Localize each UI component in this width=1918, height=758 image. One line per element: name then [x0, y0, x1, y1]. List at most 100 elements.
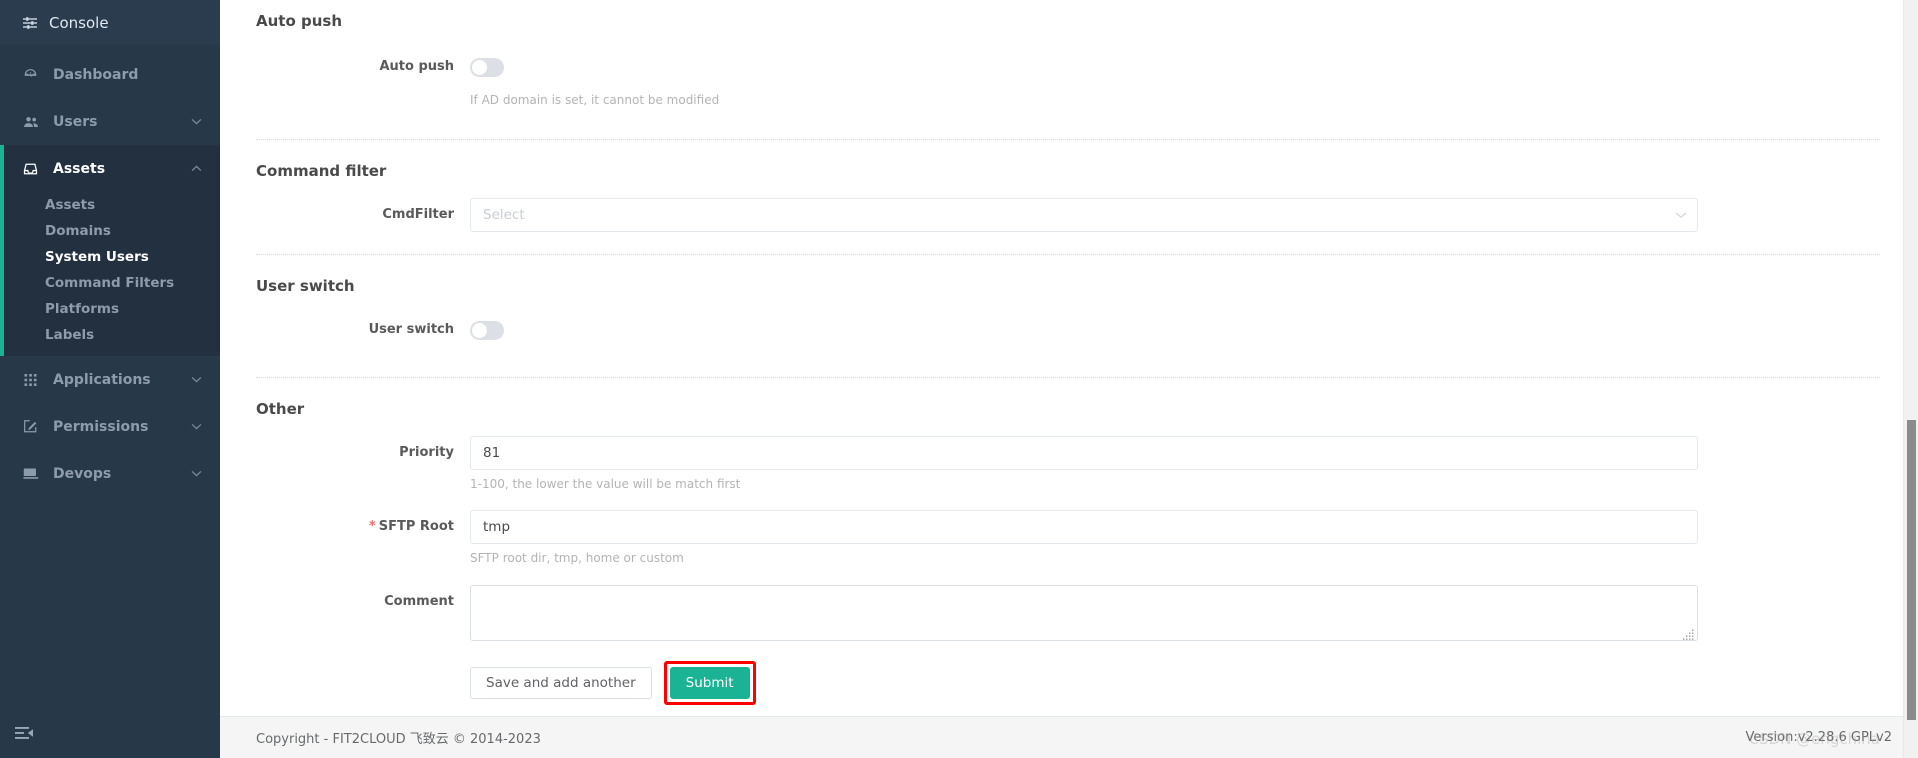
- vertical-scrollbar[interactable]: [1903, 0, 1918, 758]
- sidebar-subitem-label: Labels: [45, 327, 95, 343]
- field-row-actions: Save and add another Submit: [256, 661, 1880, 705]
- cmdfilter-select[interactable]: [470, 198, 1698, 232]
- sidebar-item-assets-assets[interactable]: Assets: [0, 192, 220, 218]
- sliders-icon: [22, 15, 38, 31]
- edit-square-icon: [22, 419, 39, 434]
- cmdfilter-select-wrapper[interactable]: [470, 198, 1698, 232]
- sidebar-subitem-label: System Users: [45, 249, 149, 265]
- submit-button-highlight: Submit: [663, 661, 756, 705]
- inbox-icon: [22, 162, 39, 176]
- sidebar-item-command-filters[interactable]: Command Filters: [0, 270, 220, 296]
- field-help-priority: 1-100, the lower the value will be match…: [470, 477, 741, 491]
- toggle-knob: [472, 323, 487, 338]
- scrollbar-thumb[interactable]: [1907, 420, 1916, 720]
- field-row-cmdfilter: CmdFilter: [256, 198, 1880, 232]
- field-control-sftp-root: SFTP root dir, tmp, home or custom: [470, 510, 1698, 566]
- field-label-text: SFTP Root: [378, 519, 454, 534]
- sidebar-collapse-icon: [14, 725, 34, 745]
- sidebar-item-label: Dashboard: [53, 66, 139, 83]
- save-and-add-another-button[interactable]: Save and add another: [470, 667, 652, 699]
- footer-version: Version:v2.28.6 GPLv2: [1745, 730, 1892, 745]
- sidebar-group-dashboard: Dashboard: [0, 51, 220, 98]
- sidebar-subitem-label: Platforms: [45, 301, 119, 317]
- section-command-filter: Command filter CmdFilter: [256, 140, 1880, 255]
- sidebar-item-system-users[interactable]: System Users: [0, 244, 220, 270]
- section-title-command-filter: Command filter: [256, 162, 387, 180]
- footer-copyright: Copyright - FIT2CLOUD 飞致云 © 2014-2023: [256, 732, 541, 747]
- sidebar-group-users: Users: [0, 98, 220, 145]
- field-label-user-switch: User switch: [368, 322, 454, 337]
- section-title-other: Other: [256, 400, 305, 418]
- field-label-comment: Comment: [384, 594, 454, 609]
- sidebar-collapse-button[interactable]: [0, 712, 220, 758]
- sidebar-subitem-label: Domains: [45, 223, 111, 239]
- chevron-down-icon: [191, 470, 202, 477]
- sidebar-item-label: Users: [53, 113, 98, 130]
- sidebar-subitem-label: Command Filters: [45, 275, 175, 291]
- field-label-priority: Priority: [399, 445, 454, 460]
- sidebar-item-dashboard[interactable]: Dashboard: [0, 51, 220, 98]
- main-content: Auto push Auto push If AD domain is set,…: [220, 0, 1918, 758]
- sftp-root-input[interactable]: [470, 510, 1698, 544]
- priority-input[interactable]: [470, 436, 1698, 470]
- sidebar-item-permissions[interactable]: Permissions: [0, 403, 220, 450]
- chevron-down-icon: [191, 423, 202, 430]
- field-row-priority: Priority 1-100, the lower the value will…: [256, 436, 1880, 492]
- field-control-cmdfilter: [470, 198, 1698, 232]
- chevron-down-icon: [191, 376, 202, 383]
- sidebar-brand-label: Console: [49, 13, 109, 32]
- field-label-auto-push: Auto push: [379, 59, 454, 74]
- field-row-comment: Comment: [256, 585, 1880, 641]
- section-user-switch: User switch User switch: [256, 255, 1880, 378]
- app-root: Console Dashboard Users Assets Assets Do…: [0, 0, 1918, 758]
- field-label-cmdfilter: CmdFilter: [382, 207, 454, 222]
- submit-button[interactable]: Submit: [669, 667, 750, 699]
- toggle-knob: [472, 60, 487, 75]
- sidebar-group-applications: Applications: [0, 356, 220, 403]
- field-row-sftp-root: *SFTP Root SFTP root dir, tmp, home or c…: [256, 510, 1880, 566]
- section-other: Other Priority 1-100, the lower the valu…: [256, 378, 1880, 705]
- field-label-sftp-root: * SFTP Root: [256, 510, 470, 544]
- sidebar-group-assets: Assets Assets Domains System Users Comma…: [0, 145, 220, 356]
- system-user-form: Auto push Auto push If AD domain is set,…: [220, 0, 1918, 716]
- section-auto-push: Auto push Auto push If AD domain is set,…: [256, 0, 1880, 140]
- auto-push-toggle[interactable]: [470, 58, 504, 77]
- sidebar-submenu-assets: Assets Domains System Users Command Filt…: [0, 192, 220, 356]
- page-footer: Copyright - FIT2CLOUD 飞致云 © 2014-2023 Ve…: [220, 716, 1918, 758]
- sidebar-group-devops: Devops: [0, 450, 220, 497]
- sidebar-item-domains[interactable]: Domains: [0, 218, 220, 244]
- sidebar-group-permissions: Permissions: [0, 403, 220, 450]
- sidebar-item-applications[interactable]: Applications: [0, 356, 220, 403]
- field-control-user-switch: [470, 313, 1698, 344]
- field-control-auto-push: If AD domain is set, it cannot be modifi…: [470, 50, 1698, 108]
- grid-icon: [22, 373, 39, 387]
- section-title-user-switch: User switch: [256, 277, 355, 295]
- sidebar-item-platforms[interactable]: Platforms: [0, 296, 220, 322]
- chevron-down-icon: [191, 118, 202, 125]
- sidebar-item-devops[interactable]: Devops: [0, 450, 220, 497]
- terminal-icon: [22, 467, 39, 480]
- sidebar-item-label: Permissions: [53, 418, 149, 435]
- users-icon: [22, 115, 39, 129]
- dashboard-icon: [22, 67, 39, 82]
- required-marker: *: [368, 519, 376, 534]
- sidebar-subitem-label: Assets: [45, 197, 96, 213]
- form-actions: Save and add another Submit: [470, 661, 1698, 705]
- user-switch-toggle[interactable]: [470, 321, 504, 340]
- sidebar-nav: Dashboard Users Assets Assets Domains Sy…: [0, 45, 220, 712]
- sidebar-item-labels[interactable]: Labels: [0, 322, 220, 348]
- sidebar: Console Dashboard Users Assets Assets Do…: [0, 0, 220, 758]
- sidebar-item-assets[interactable]: Assets: [0, 145, 220, 192]
- field-control-comment: [470, 585, 1698, 641]
- field-row-auto-push: Auto push If AD domain is set, it cannot…: [256, 50, 1880, 108]
- field-control-priority: 1-100, the lower the value will be match…: [470, 436, 1698, 492]
- sidebar-brand[interactable]: Console: [0, 0, 220, 45]
- sidebar-item-users[interactable]: Users: [0, 98, 220, 145]
- comment-textarea[interactable]: [470, 585, 1698, 641]
- sidebar-item-label: Assets: [53, 160, 106, 177]
- sidebar-item-label: Applications: [53, 371, 151, 388]
- section-title-auto-push: Auto push: [256, 12, 343, 30]
- sidebar-item-label: Devops: [53, 465, 112, 482]
- field-row-user-switch: User switch: [256, 313, 1880, 347]
- comment-textarea-wrapper: [470, 585, 1698, 641]
